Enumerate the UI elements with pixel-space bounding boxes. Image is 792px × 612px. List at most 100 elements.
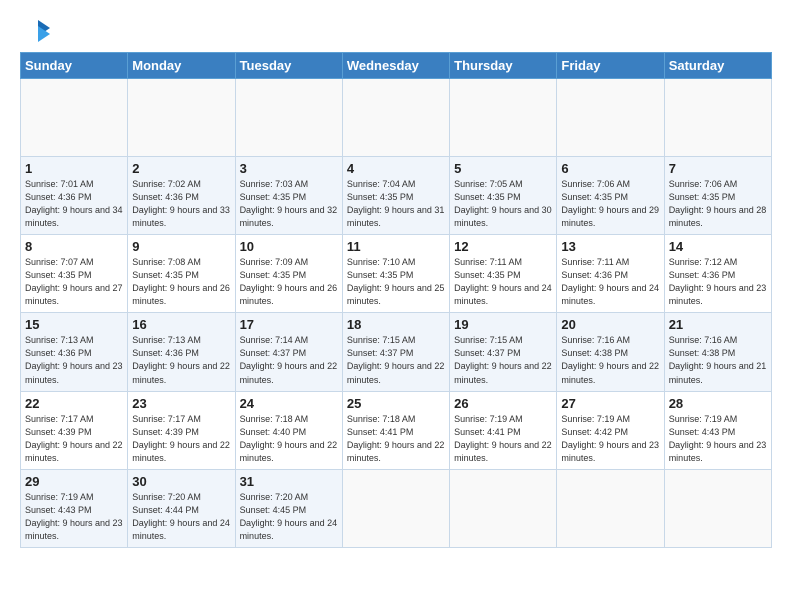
day-info: Sunrise: 7:11 AM Sunset: 4:36 PM Dayligh…	[561, 257, 659, 306]
table-row	[557, 469, 664, 547]
table-row: 27 Sunrise: 7:19 AM Sunset: 4:42 PM Dayl…	[557, 391, 664, 469]
logo-flag-icon	[24, 18, 52, 46]
day-info: Sunrise: 7:12 AM Sunset: 4:36 PM Dayligh…	[669, 257, 767, 306]
table-row: 30 Sunrise: 7:20 AM Sunset: 4:44 PM Dayl…	[128, 469, 235, 547]
day-number: 30	[132, 474, 230, 489]
table-row: 11 Sunrise: 7:10 AM Sunset: 4:35 PM Dayl…	[342, 235, 449, 313]
day-number: 27	[561, 396, 659, 411]
day-info: Sunrise: 7:16 AM Sunset: 4:38 PM Dayligh…	[669, 335, 767, 384]
header	[20, 18, 772, 46]
table-row	[128, 79, 235, 157]
day-info: Sunrise: 7:03 AM Sunset: 4:35 PM Dayligh…	[240, 179, 338, 228]
table-row: 18 Sunrise: 7:15 AM Sunset: 4:37 PM Dayl…	[342, 313, 449, 391]
day-info: Sunrise: 7:19 AM Sunset: 4:43 PM Dayligh…	[25, 492, 123, 541]
day-info: Sunrise: 7:13 AM Sunset: 4:36 PM Dayligh…	[132, 335, 230, 384]
day-number: 24	[240, 396, 338, 411]
table-row: 4 Sunrise: 7:04 AM Sunset: 4:35 PM Dayli…	[342, 157, 449, 235]
day-info: Sunrise: 7:18 AM Sunset: 4:40 PM Dayligh…	[240, 414, 338, 463]
day-info: Sunrise: 7:02 AM Sunset: 4:36 PM Dayligh…	[132, 179, 230, 228]
day-info: Sunrise: 7:19 AM Sunset: 4:41 PM Dayligh…	[454, 414, 552, 463]
day-info: Sunrise: 7:19 AM Sunset: 4:43 PM Dayligh…	[669, 414, 767, 463]
day-info: Sunrise: 7:04 AM Sunset: 4:35 PM Dayligh…	[347, 179, 445, 228]
table-row	[664, 79, 771, 157]
table-row: 13 Sunrise: 7:11 AM Sunset: 4:36 PM Dayl…	[557, 235, 664, 313]
day-number: 10	[240, 239, 338, 254]
table-row: 14 Sunrise: 7:12 AM Sunset: 4:36 PM Dayl…	[664, 235, 771, 313]
day-number: 19	[454, 317, 552, 332]
table-row: 25 Sunrise: 7:18 AM Sunset: 4:41 PM Dayl…	[342, 391, 449, 469]
day-number: 5	[454, 161, 552, 176]
table-row: 23 Sunrise: 7:17 AM Sunset: 4:39 PM Dayl…	[128, 391, 235, 469]
day-number: 18	[347, 317, 445, 332]
table-row: 22 Sunrise: 7:17 AM Sunset: 4:39 PM Dayl…	[21, 391, 128, 469]
table-row	[450, 79, 557, 157]
day-number: 1	[25, 161, 123, 176]
day-info: Sunrise: 7:07 AM Sunset: 4:35 PM Dayligh…	[25, 257, 123, 306]
day-number: 9	[132, 239, 230, 254]
day-info: Sunrise: 7:16 AM Sunset: 4:38 PM Dayligh…	[561, 335, 659, 384]
table-row: 7 Sunrise: 7:06 AM Sunset: 4:35 PM Dayli…	[664, 157, 771, 235]
table-row: 12 Sunrise: 7:11 AM Sunset: 4:35 PM Dayl…	[450, 235, 557, 313]
day-number: 4	[347, 161, 445, 176]
day-number: 16	[132, 317, 230, 332]
day-number: 3	[240, 161, 338, 176]
day-info: Sunrise: 7:13 AM Sunset: 4:36 PM Dayligh…	[25, 335, 123, 384]
calendar-table: Sunday Monday Tuesday Wednesday Thursday…	[20, 52, 772, 548]
day-info: Sunrise: 7:20 AM Sunset: 4:45 PM Dayligh…	[240, 492, 338, 541]
day-number: 7	[669, 161, 767, 176]
col-friday: Friday	[557, 53, 664, 79]
table-row: 10 Sunrise: 7:09 AM Sunset: 4:35 PM Dayl…	[235, 235, 342, 313]
table-row	[664, 469, 771, 547]
table-row: 6 Sunrise: 7:06 AM Sunset: 4:35 PM Dayli…	[557, 157, 664, 235]
day-info: Sunrise: 7:10 AM Sunset: 4:35 PM Dayligh…	[347, 257, 445, 306]
day-info: Sunrise: 7:14 AM Sunset: 4:37 PM Dayligh…	[240, 335, 338, 384]
table-row: 1 Sunrise: 7:01 AM Sunset: 4:36 PM Dayli…	[21, 157, 128, 235]
day-number: 11	[347, 239, 445, 254]
table-row: 16 Sunrise: 7:13 AM Sunset: 4:36 PM Dayl…	[128, 313, 235, 391]
calendar-page: Sunday Monday Tuesday Wednesday Thursday…	[0, 0, 792, 612]
col-sunday: Sunday	[21, 53, 128, 79]
day-number: 28	[669, 396, 767, 411]
day-number: 8	[25, 239, 123, 254]
day-number: 20	[561, 317, 659, 332]
table-row	[235, 79, 342, 157]
day-info: Sunrise: 7:08 AM Sunset: 4:35 PM Dayligh…	[132, 257, 230, 306]
day-number: 26	[454, 396, 552, 411]
day-number: 22	[25, 396, 123, 411]
day-number: 21	[669, 317, 767, 332]
col-saturday: Saturday	[664, 53, 771, 79]
day-info: Sunrise: 7:17 AM Sunset: 4:39 PM Dayligh…	[25, 414, 123, 463]
table-row: 19 Sunrise: 7:15 AM Sunset: 4:37 PM Dayl…	[450, 313, 557, 391]
table-row: 28 Sunrise: 7:19 AM Sunset: 4:43 PM Dayl…	[664, 391, 771, 469]
day-number: 23	[132, 396, 230, 411]
table-row: 5 Sunrise: 7:05 AM Sunset: 4:35 PM Dayli…	[450, 157, 557, 235]
day-info: Sunrise: 7:20 AM Sunset: 4:44 PM Dayligh…	[132, 492, 230, 541]
day-info: Sunrise: 7:05 AM Sunset: 4:35 PM Dayligh…	[454, 179, 552, 228]
day-number: 31	[240, 474, 338, 489]
day-number: 25	[347, 396, 445, 411]
table-row: 8 Sunrise: 7:07 AM Sunset: 4:35 PM Dayli…	[21, 235, 128, 313]
table-row	[342, 79, 449, 157]
table-row: 24 Sunrise: 7:18 AM Sunset: 4:40 PM Dayl…	[235, 391, 342, 469]
day-number: 12	[454, 239, 552, 254]
day-info: Sunrise: 7:17 AM Sunset: 4:39 PM Dayligh…	[132, 414, 230, 463]
table-row: 26 Sunrise: 7:19 AM Sunset: 4:41 PM Dayl…	[450, 391, 557, 469]
table-row: 17 Sunrise: 7:14 AM Sunset: 4:37 PM Dayl…	[235, 313, 342, 391]
day-number: 6	[561, 161, 659, 176]
table-row	[557, 79, 664, 157]
table-row: 21 Sunrise: 7:16 AM Sunset: 4:38 PM Dayl…	[664, 313, 771, 391]
day-number: 2	[132, 161, 230, 176]
day-number: 29	[25, 474, 123, 489]
col-tuesday: Tuesday	[235, 53, 342, 79]
table-row	[21, 79, 128, 157]
logo	[20, 18, 52, 46]
day-info: Sunrise: 7:06 AM Sunset: 4:35 PM Dayligh…	[561, 179, 659, 228]
table-row: 3 Sunrise: 7:03 AM Sunset: 4:35 PM Dayli…	[235, 157, 342, 235]
table-row: 29 Sunrise: 7:19 AM Sunset: 4:43 PM Dayl…	[21, 469, 128, 547]
day-info: Sunrise: 7:15 AM Sunset: 4:37 PM Dayligh…	[454, 335, 552, 384]
table-row: 15 Sunrise: 7:13 AM Sunset: 4:36 PM Dayl…	[21, 313, 128, 391]
day-info: Sunrise: 7:11 AM Sunset: 4:35 PM Dayligh…	[454, 257, 552, 306]
header-row: Sunday Monday Tuesday Wednesday Thursday…	[21, 53, 772, 79]
day-info: Sunrise: 7:15 AM Sunset: 4:37 PM Dayligh…	[347, 335, 445, 384]
day-number: 15	[25, 317, 123, 332]
